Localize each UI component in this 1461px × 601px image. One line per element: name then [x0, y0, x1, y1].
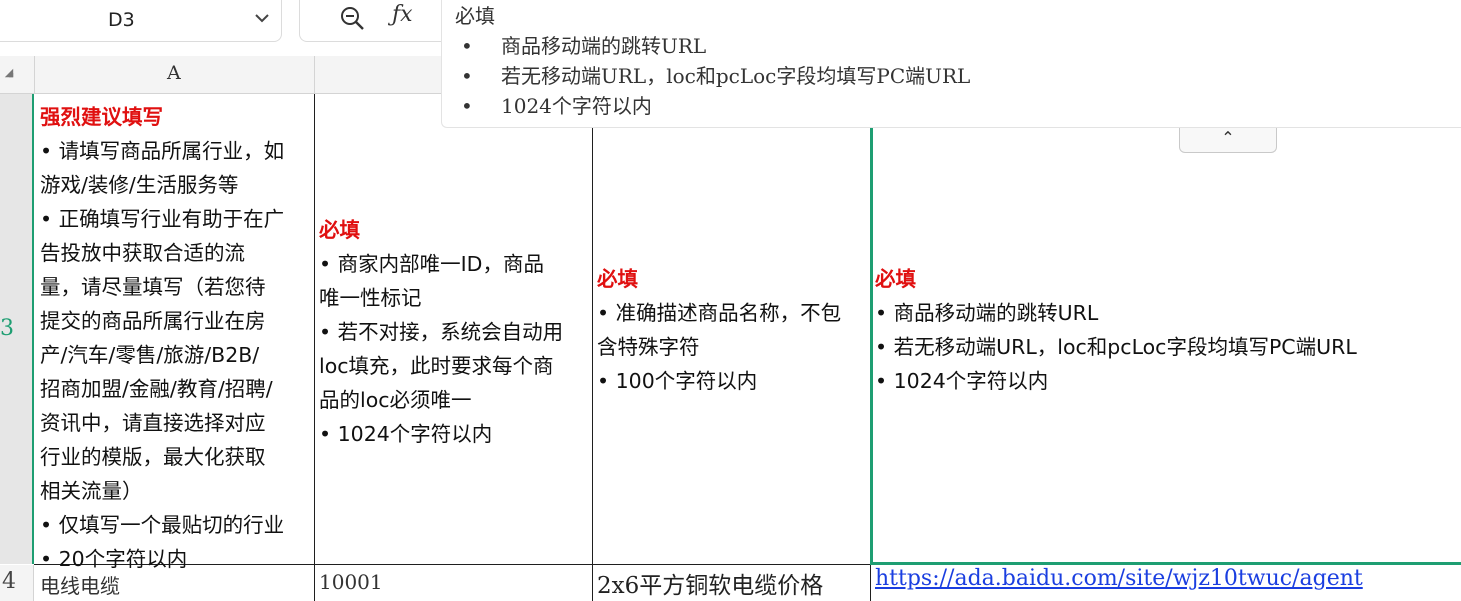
- cell-b3-title: 必填: [319, 218, 360, 242]
- cell-d3-title: 必填: [875, 267, 916, 291]
- chevron-down-icon[interactable]: [252, 8, 272, 28]
- cell-line: 产/汽车/零售/旅游/B2B/: [40, 343, 260, 367]
- cell-line: • 商家内部唯一ID，商品: [319, 252, 544, 276]
- row-header-label: 3: [0, 316, 14, 341]
- cell-c3-title: 必填: [597, 267, 638, 291]
- chevron-up-icon: ⌃: [1221, 128, 1235, 147]
- collapse-formula-button[interactable]: ⌃: [1179, 128, 1277, 153]
- column-separator: [314, 56, 315, 94]
- cell-a3-title: 强烈建议填写: [40, 105, 163, 129]
- cell-d3[interactable]: 必填 • 商品移动端的跳转URL • 若无移动端URL，loc和pcLoc字段均…: [875, 262, 1455, 398]
- url-link[interactable]: https://ada.baidu.com/site/wjz10twuc/age…: [875, 566, 1363, 591]
- cell-a4[interactable]: 电线电缆: [40, 570, 120, 599]
- cell-line: 招商加盟/金融/教育/招聘/: [40, 377, 273, 401]
- cell-line: • 商品移动端的跳转URL: [875, 301, 1099, 325]
- cell-line: 游戏/装修/生活服务等: [40, 173, 239, 197]
- cell-line: 告投放中获取合适的流: [40, 241, 245, 265]
- cell-b4[interactable]: 10001: [319, 570, 383, 594]
- cell-line: • 若不对接，系统会自动用: [319, 320, 564, 344]
- cell-line: • 正确填写行业有助于在广: [40, 207, 285, 231]
- cell-line: • 1024个字符以内: [875, 369, 1049, 393]
- cell-c4[interactable]: 2x6平方铜软电缆价格: [597, 566, 823, 600]
- row-header-label: 4: [2, 569, 16, 594]
- name-box[interactable]: [0, 0, 282, 42]
- formula-bullet: • 商品移动端的跳转URL: [461, 34, 707, 58]
- cell-a3[interactable]: 强烈建议填写 • 请填写商品所属行业，如 游戏/装修/生活服务等 • 正确填写行…: [40, 100, 314, 576]
- select-all-corner[interactable]: [4, 68, 14, 78]
- name-box-value: D3: [108, 9, 135, 31]
- cell-line: 量，请尽量填写（若您待: [40, 275, 266, 299]
- cell-line: 相关流量）: [40, 479, 143, 503]
- cell-b3[interactable]: 必填 • 商家内部唯一ID，商品 唯一性标记 • 若不对接，系统会自动用 loc…: [319, 213, 591, 451]
- formula-bar-expanded[interactable]: 必填 • 商品移动端的跳转URL • 若无移动端URL，loc和pcLoc字段均填写…: [441, 0, 1461, 128]
- cell-line: • 若无移动端URL，loc和pcLoc字段均填写PC端URL: [875, 335, 1357, 359]
- cell-line: • 仅填写一个最贴切的行业: [40, 513, 285, 537]
- function-icon[interactable]: ƒx: [392, 2, 413, 27]
- column-header-a[interactable]: A: [167, 62, 181, 84]
- formula-bullet: • 若无移动端URL，loc和pcLoc字段均填写PC端URL: [461, 64, 971, 88]
- row-header-3[interactable]: 3: [0, 94, 34, 564]
- cell-line: 提交的商品所属行业在房: [40, 309, 266, 333]
- cell-c3[interactable]: 必填 • 准确描述商品名称，不包 含特殊字符 • 100个字符以内: [597, 262, 869, 398]
- formula-title: 必填: [455, 4, 495, 28]
- cell-line: • 1024个字符以内: [319, 422, 493, 446]
- formula-tools: [299, 0, 441, 42]
- cell-line: 资讯中，请直接选择对应: [40, 411, 266, 435]
- cell-line: 行业的模版，最大化获取: [40, 445, 266, 469]
- cell-line: loc填充，此时要求每个商: [319, 354, 554, 378]
- row-header-4[interactable]: 4: [0, 565, 34, 601]
- cell-line: 品的loc必须唯一: [319, 388, 472, 412]
- cell-line: 唯一性标记: [319, 286, 422, 310]
- cell-line: • 请填写商品所属行业，如: [40, 139, 285, 163]
- grid-line: [314, 94, 315, 601]
- column-separator: [34, 56, 35, 94]
- zoom-out-icon[interactable]: [338, 4, 366, 32]
- formula-bullet: • 1024个字符以内: [461, 94, 652, 118]
- cell-line: • 100个字符以内: [597, 369, 758, 393]
- cell-line: 含特殊字符: [597, 335, 700, 359]
- grid-line: [592, 94, 593, 601]
- cell-line: • 准确描述商品名称，不包: [597, 301, 842, 325]
- cell-d4[interactable]: https://ada.baidu.com/site/wjz10twuc/age…: [875, 566, 1461, 591]
